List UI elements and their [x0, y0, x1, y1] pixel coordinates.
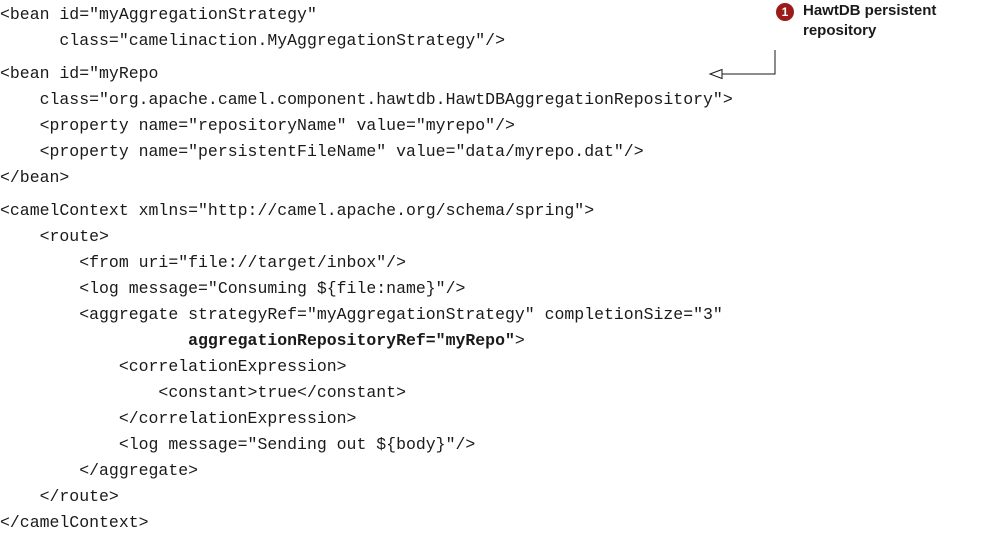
code-text: </correlationExpression>	[0, 409, 357, 428]
callout-number-badge: 1	[776, 3, 794, 21]
code-line: <bean id="myAggregationStrategy"	[0, 4, 317, 26]
code-text: <bean id="myRepo	[0, 64, 159, 83]
code-text-bold: aggregationRepositoryRef="myRepo"	[0, 331, 515, 350]
code-text: </camelContext>	[0, 513, 149, 532]
callout-annotation: 1 HawtDB persistent repository	[776, 1, 981, 51]
code-text: <route>	[0, 227, 109, 246]
code-text: <log message="Sending out ${body}"/>	[0, 435, 476, 454]
code-line: <property name="persistentFileName" valu…	[0, 141, 644, 163]
code-text: <log message="Consuming ${file:name}"/>	[0, 279, 466, 298]
code-line: </route>	[0, 486, 119, 508]
code-text: </route>	[0, 487, 119, 506]
code-text: <aggregate strategyRef="myAggregationStr…	[0, 305, 723, 324]
code-line: </camelContext>	[0, 512, 149, 534]
code-text: <camelContext xmlns="http://camel.apache…	[0, 201, 595, 220]
code-line: class="camelinaction.MyAggregationStrate…	[0, 30, 505, 52]
code-text: class="org.apache.camel.component.hawtdb…	[0, 90, 733, 109]
code-text: <constant>true</constant>	[0, 383, 406, 402]
code-listing: <bean id="myAggregationStrategy" class="…	[0, 0, 985, 555]
code-line: <route>	[0, 226, 109, 248]
code-line: <camelContext xmlns="http://camel.apache…	[0, 200, 594, 222]
code-line: <log message="Sending out ${body}"/>	[0, 434, 475, 456]
code-line: </aggregate>	[0, 460, 198, 482]
code-line: <constant>true</constant>	[0, 382, 406, 404]
code-line: <aggregate strategyRef="myAggregationStr…	[0, 304, 723, 326]
code-text: <correlationExpression>	[0, 357, 347, 376]
callout-text: HawtDB persistent repository	[803, 2, 937, 39]
code-text: </aggregate>	[0, 461, 199, 480]
code-line: </correlationExpression>	[0, 408, 357, 430]
code-line: <log message="Consuming ${file:name}"/>	[0, 278, 465, 300]
code-text: <property name="repositoryName" value="m…	[0, 116, 515, 135]
code-line: class="org.apache.camel.component.hawtdb…	[0, 89, 733, 111]
code-line: <correlationExpression>	[0, 356, 347, 378]
code-text-suffix: >	[514, 331, 525, 350]
code-line: <property name="repositoryName" value="m…	[0, 115, 515, 137]
code-text: </bean>	[0, 168, 70, 187]
code-text: <from uri="file://target/inbox"/>	[0, 253, 406, 272]
code-line: </bean>	[0, 167, 69, 189]
code-line: aggregationRepositoryRef="myRepo">	[0, 330, 525, 352]
code-line: <bean id="myRepo	[0, 63, 158, 85]
code-text: <property name="persistentFileName" valu…	[0, 142, 644, 161]
code-line: <from uri="file://target/inbox"/>	[0, 252, 406, 274]
code-text: <bean id="myAggregationStrategy"	[0, 5, 317, 24]
code-text: class="camelinaction.MyAggregationStrate…	[0, 31, 505, 50]
